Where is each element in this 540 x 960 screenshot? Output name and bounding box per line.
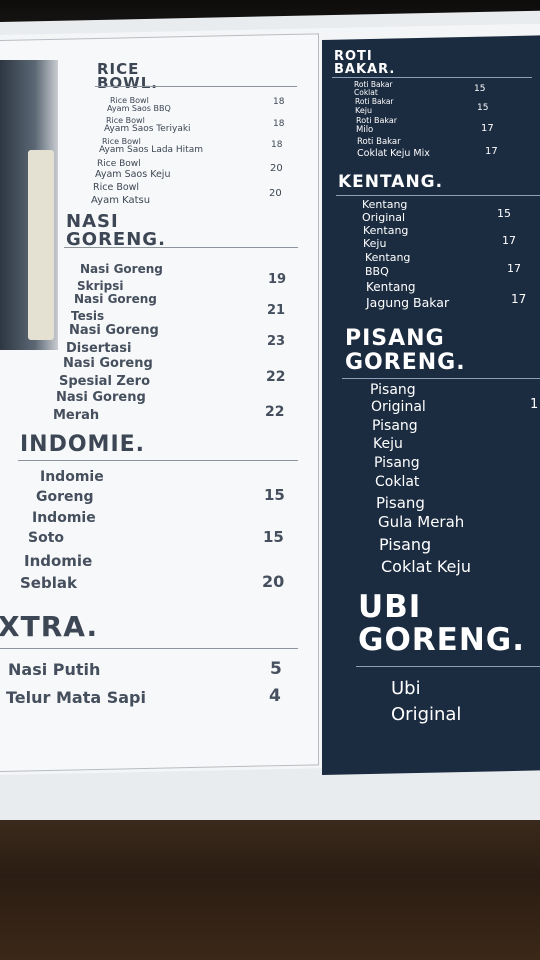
indomie-heading: INDOMIE. bbox=[20, 432, 146, 457]
roti-bakar-item-1-price: 15 bbox=[474, 84, 486, 94]
kentang-item-4-price: 17 bbox=[511, 292, 527, 306]
pisang-item-1-price: 1 bbox=[530, 397, 539, 412]
kentang-heading: KENTANG. bbox=[338, 172, 444, 192]
kentang-item-2-line2: Keju bbox=[363, 237, 387, 250]
nasi-goreng-heading: NASI GORENG. bbox=[66, 211, 166, 250]
rice-bowl-item-5-line1: Rice Bowl bbox=[93, 182, 140, 193]
pisang-item-2-line1: Pisang bbox=[372, 418, 418, 434]
nasi-goreng-item-5-line2: Merah bbox=[53, 408, 100, 423]
extra-item-1-name: Nasi Putih bbox=[8, 660, 101, 679]
rice-bowl-item-4-line2: Ayam Saos Keju bbox=[95, 169, 171, 180]
nasi-goreng-item-1-line2: Skripsi bbox=[77, 279, 124, 293]
roti-bakar-item-3-price: 17 bbox=[481, 123, 494, 134]
pisang-item-3-line2: Coklat bbox=[375, 474, 420, 490]
indomie-item-1-line2: Goreng bbox=[36, 489, 94, 505]
ubi-goreng-heading: UBI GORENG. bbox=[358, 589, 526, 658]
pisang-item-4-line1: Pisang bbox=[376, 494, 425, 512]
nasi-goreng-item-5-line1: Nasi Goreng bbox=[56, 390, 146, 405]
indomie-rule bbox=[18, 460, 298, 461]
roti-bakar-item-3-line2: Milo bbox=[356, 125, 374, 135]
indomie-item-3-line1: Indomie bbox=[24, 552, 93, 570]
pisang-item-1-line2: Original bbox=[371, 399, 426, 415]
roti-bakar-item-4-line2: Coklat Keju Mix bbox=[357, 148, 430, 159]
roti-bakar-item-2-line1: Roti Bakar bbox=[355, 97, 394, 106]
extra-item-2-name: Telur Mata Sapi bbox=[6, 688, 146, 707]
nasi-goreng-item-4-price: 22 bbox=[266, 369, 286, 385]
pisang-item-4-line2: Gula Merah bbox=[378, 513, 465, 531]
nasi-goreng-item-2-price: 21 bbox=[267, 303, 286, 318]
rice-bowl-item-3-price: 18 bbox=[271, 140, 283, 150]
rice-bowl-item-4-line1: Rice Bowl bbox=[97, 159, 141, 169]
kentang-item-4-line1: Kentang bbox=[366, 280, 416, 294]
nasi-goreng-item-1-price: 19 bbox=[268, 272, 287, 287]
rice-bowl-item-3-line2: Ayam Saos Lada Hitam bbox=[99, 145, 203, 155]
nasi-goreng-item-3-line1: Nasi Goreng bbox=[69, 323, 159, 338]
nasi-goreng-item-4-line1: Nasi Goreng bbox=[63, 356, 153, 371]
roti-bakar-item-3-line1: Roti Bakar bbox=[356, 116, 398, 125]
kentang-item-1-price: 15 bbox=[497, 207, 511, 220]
nasi-goreng-rule bbox=[64, 247, 298, 248]
rice-bowl-item-4-price: 20 bbox=[270, 163, 283, 174]
indomie-item-2-line2: Soto bbox=[28, 530, 65, 546]
indomie-item-2-price: 15 bbox=[263, 528, 284, 546]
pisang-item-2-line2: Keju bbox=[373, 436, 403, 452]
pisang-item-5-line2: Coklat Keju bbox=[381, 557, 471, 576]
kentang-item-1-line1: Kentang bbox=[362, 198, 408, 211]
indomie-item-3-line2: Seblak bbox=[20, 574, 77, 592]
kentang-item-3-price: 17 bbox=[507, 262, 521, 275]
nasi-goreng-item-4-line2: Spesial Zero bbox=[59, 374, 151, 389]
indomie-item-2-line1: Indomie bbox=[32, 510, 96, 526]
kentang-item-3-line2: BBQ bbox=[365, 265, 389, 278]
nasi-goreng-item-3-price: 23 bbox=[267, 334, 286, 349]
kentang-item-3-line1: Kentang bbox=[365, 251, 411, 264]
rice-bowl-item-5-line2: Ayam Katsu bbox=[91, 195, 151, 206]
roti-bakar-item-2-line2: Keju bbox=[355, 106, 373, 115]
extra-item-2-price: 4 bbox=[269, 686, 281, 706]
rice-bowl-item-2-price: 18 bbox=[273, 119, 285, 129]
roti-bakar-item-4-price: 17 bbox=[485, 146, 498, 157]
indomie-item-3-price: 20 bbox=[262, 572, 285, 591]
wooden-table bbox=[0, 820, 540, 960]
rice-bowl-item-1-price: 18 bbox=[273, 97, 285, 107]
indomie-item-1-line1: Indomie bbox=[40, 469, 104, 485]
rice-bowl-item-5-price: 20 bbox=[269, 188, 282, 199]
kentang-rule bbox=[336, 195, 540, 196]
pisang-goreng-rule bbox=[342, 378, 540, 379]
roti-bakar-heading: ROTI BAKAR. bbox=[334, 49, 396, 77]
ubi-item-1-line1: Ubi bbox=[391, 678, 421, 699]
roti-bakar-item-1-line2: Coklat bbox=[354, 88, 378, 97]
ubi-item-1-line2: Original bbox=[391, 704, 462, 725]
pisang-item-5-line1: Pisang bbox=[379, 535, 432, 554]
indomie-item-1-price: 15 bbox=[264, 486, 285, 504]
kentang-item-2-price: 17 bbox=[502, 234, 516, 247]
extra-rule bbox=[0, 648, 298, 649]
kentang-item-4-line2: Jagung Bakar bbox=[366, 295, 450, 310]
pisang-item-3-line1: Pisang bbox=[374, 455, 420, 471]
extra-item-1-price: 5 bbox=[270, 659, 282, 679]
rice-bowl-item-2-line2: Ayam Saos Teriyaki bbox=[104, 124, 191, 134]
kentang-item-2-line1: Kentang bbox=[363, 224, 409, 237]
roti-bakar-item-4-line1: Roti Bakar bbox=[357, 137, 401, 147]
roti-bakar-rule bbox=[332, 77, 532, 78]
pisang-goreng-heading: PISANG GORENG. bbox=[345, 326, 466, 375]
nasi-goreng-item-3-line2: Disertasi bbox=[66, 341, 132, 356]
food-photo bbox=[0, 60, 58, 350]
nasi-goreng-item-2-line2: Tesis bbox=[71, 309, 105, 323]
right-menu-panel bbox=[322, 35, 540, 776]
nasi-goreng-item-1-line1: Nasi Goreng bbox=[80, 262, 163, 276]
rice-bowl-item-1-line2: Ayam Saos BBQ bbox=[107, 104, 171, 113]
roti-bakar-item-2-price: 15 bbox=[477, 103, 489, 113]
ubi-goreng-rule bbox=[356, 666, 540, 667]
extra-heading: XTRA. bbox=[0, 610, 99, 643]
kentang-item-1-line2: Original bbox=[362, 211, 406, 224]
nasi-goreng-item-2-line1: Nasi Goreng bbox=[74, 292, 157, 306]
pisang-item-1-line1: Pisang bbox=[370, 382, 416, 398]
rice-bowl-rule bbox=[95, 86, 297, 87]
nasi-goreng-item-5-price: 22 bbox=[265, 404, 285, 420]
